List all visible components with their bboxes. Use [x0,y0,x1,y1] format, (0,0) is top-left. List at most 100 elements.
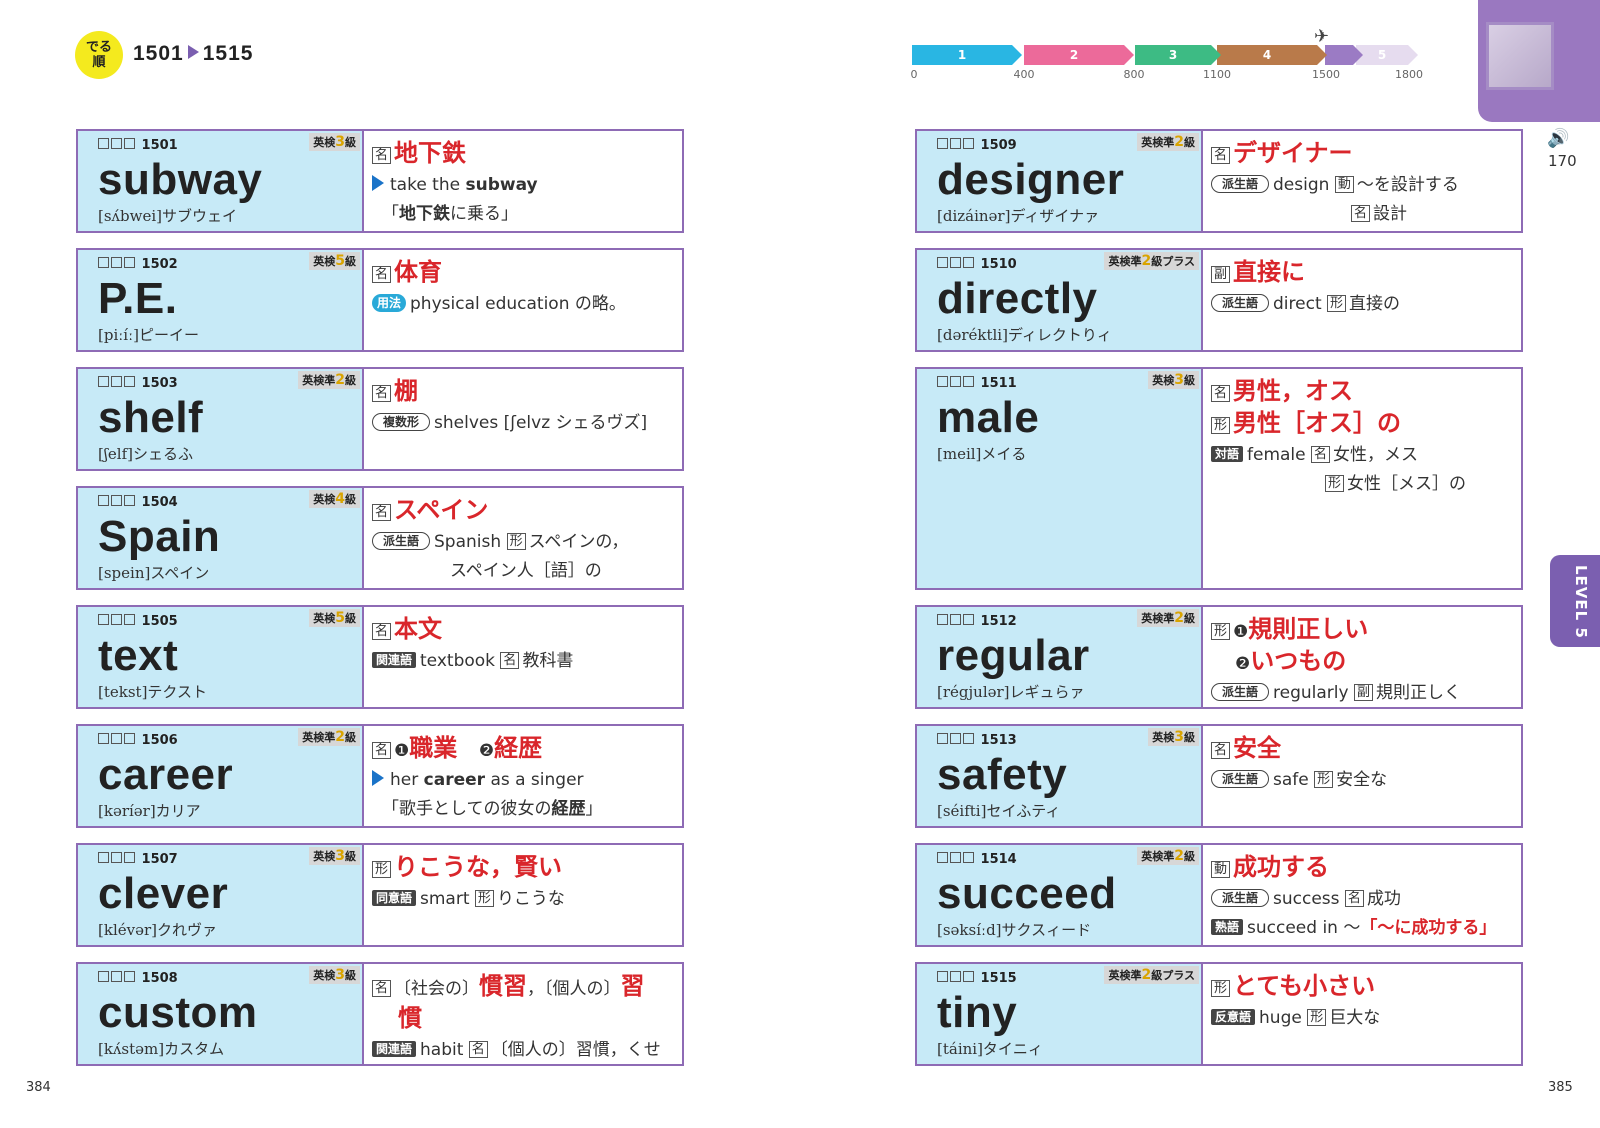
progress-tick: 1100 [1203,68,1231,81]
derivative-meaning-2: 設計 [1373,204,1408,224]
headword: Spain [98,512,221,561]
word-panel: 1511 英検3級 male [meil]メイる [917,369,1203,588]
related-meaning: 〔個人の〕習慣，くせ [490,1040,661,1060]
range-start: 1501 [133,42,184,65]
checkbox-icon[interactable] [111,852,122,863]
eiken-level-badge: 英検準2級 [1137,847,1199,865]
antonym-tag: 対語 [1211,446,1244,462]
checkbox-icon[interactable] [937,257,948,268]
entry-number: 1505 [98,614,178,629]
checkbox-icon[interactable] [963,376,974,387]
checkbox-icon[interactable] [963,138,974,149]
headword: safety [937,750,1068,799]
progress-segment-1: 1 [912,45,1022,65]
checkbox-icon[interactable] [937,614,948,625]
checkbox-icon[interactable] [98,138,109,149]
checkbox-icon[interactable] [950,376,961,387]
headword: tiny [937,988,1018,1037]
level-number: 3 [335,134,345,150]
part-of-speech: 形 [1211,980,1231,997]
antonym-meaning: 巨大な [1329,1008,1381,1028]
checkbox-icon[interactable] [950,733,961,744]
derivative-word: Spanish [434,532,502,552]
eiken-level-badge: 英検4級 [309,490,360,508]
checkbox-icon[interactable] [963,257,974,268]
checkbox-icon[interactable] [963,971,974,982]
checkbox-icon[interactable] [111,138,122,149]
checkbox-icon[interactable] [950,614,961,625]
range-end: 1515 [202,42,254,65]
definition-panel: 形 ❶規則正しい ❷いつもの 派生語 regularly 副規則正しく [1203,607,1521,707]
checkbox-icon[interactable] [950,971,961,982]
checkbox-icon[interactable] [111,495,122,506]
checkbox-icon[interactable] [124,376,135,387]
progress-tick: 1500 [1312,68,1340,81]
meaning: 棚 [394,377,419,405]
checkbox-icon[interactable] [937,852,948,863]
entry-number-text: 1507 [141,852,178,867]
derivative-meaning: 〜を設計する [1356,175,1459,195]
example-arrow-icon [372,175,384,191]
sense-marker: ❷ [1235,654,1251,674]
part-of-speech: 動 [1334,176,1354,193]
checkbox-icon[interactable] [937,733,948,744]
sense-marker: ❷ [478,741,495,761]
checkbox-icon[interactable] [98,614,109,625]
checkbox-icon[interactable] [111,257,122,268]
word-panel: 1513 英検3級 safety [séifti]セイふティ [917,726,1203,826]
entry-number-text: 1513 [980,733,1017,748]
definition-panel: 名スペイン 派生語 Spanish 形スペインの， スペイン人［語］の [364,488,682,588]
checkbox-icon[interactable] [124,852,135,863]
pronunciation: [piːíː]ピーイー [98,326,200,344]
part-of-speech: 名 [372,504,392,521]
checkbox-icon[interactable] [98,971,109,982]
speaker-icon[interactable]: 🔊 [1547,128,1569,149]
checkbox-icon[interactable] [98,257,109,268]
segment-label: 1 [957,48,967,62]
checkbox-icon[interactable] [98,733,109,744]
checkbox-icon[interactable] [98,376,109,387]
antonym-word: huge [1259,1008,1302,1028]
checkbox-icon[interactable] [111,733,122,744]
checkbox-icon[interactable] [124,733,135,744]
eiken-level-badge: 英検3級 [309,966,360,984]
checkbox-icon[interactable] [98,852,109,863]
checkbox-icon[interactable] [111,614,122,625]
context-label-2: ，〔個人の〕 [527,979,621,999]
checkbox-icon[interactable] [937,971,948,982]
checkbox-icon[interactable] [124,614,135,625]
entry-number: 1502 [98,257,178,272]
checkbox-icon[interactable] [98,495,109,506]
entry-number: 1509 [937,138,1017,153]
checkbox-icon[interactable] [937,138,948,149]
checkbox-icon[interactable] [124,257,135,268]
headword: subway [98,155,263,204]
checkbox-icon[interactable] [950,852,961,863]
checkbox-icon[interactable] [111,376,122,387]
level-tab[interactable]: LEVEL 5 [1550,555,1600,647]
checkbox-icon[interactable] [111,971,122,982]
checkbox-icon[interactable] [950,257,961,268]
checkbox-icon[interactable] [124,495,135,506]
word-card-1505: 1505 英検5級 text [tekst]テクスト 名本文 関連語 textbo… [76,605,684,709]
derivative-meaning-2: スペイン人［語］の [450,561,602,581]
eiken-level-badge: 英検準2級 [1137,133,1199,151]
level-suffix: 級 [1184,374,1195,387]
headword: clever [98,869,229,918]
entry-range: 1501 1515 [133,42,253,66]
checkbox-icon[interactable] [963,852,974,863]
segment-label: 2 [1069,48,1079,62]
part-of-speech: 名 [1311,446,1331,463]
level-prefix: 英検 [313,969,336,982]
checkbox-icon[interactable] [124,971,135,982]
derivative-word: regularly [1273,683,1349,703]
checkbox-icon[interactable] [963,733,974,744]
checkbox-icon[interactable] [937,376,948,387]
segment-label: 3 [1168,48,1178,62]
entry-number-text: 1508 [141,971,178,986]
meaning: とても小さい [1233,972,1376,1000]
checkbox-icon[interactable] [963,614,974,625]
checkbox-icon[interactable] [124,138,135,149]
checkbox-icon[interactable] [950,138,961,149]
translation-prefix: 「 [382,204,399,224]
